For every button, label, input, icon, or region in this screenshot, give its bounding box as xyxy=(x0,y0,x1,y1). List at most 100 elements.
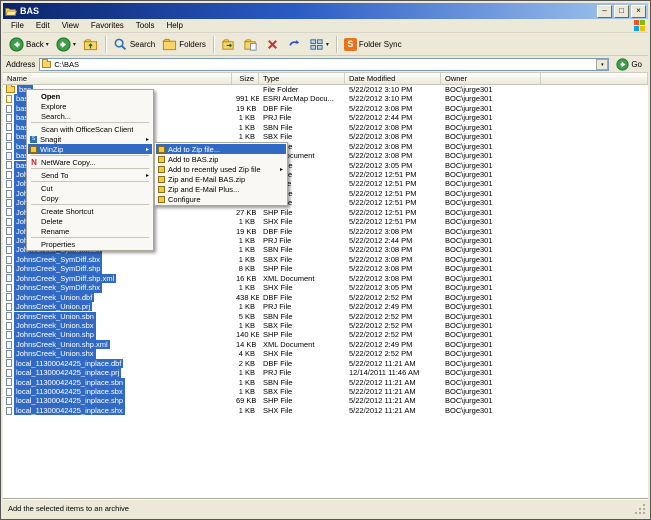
menu-favorites[interactable]: Favorites xyxy=(85,20,130,31)
file-type: DBF File xyxy=(259,104,345,113)
file-owner: BOC\jurge301 xyxy=(441,349,541,358)
go-button[interactable]: Go xyxy=(613,58,645,71)
context-menu-item-create-shortcut[interactable]: Create Shortcut xyxy=(28,206,152,216)
file-type: SHP File xyxy=(259,264,345,273)
file-row[interactable]: JohnsCreek_SymDiff.shp8 KBSHP File5/22/2… xyxy=(3,264,648,273)
context-menu-item-scan-with-officescan-client[interactable]: Scan with OfficeScan Client xyxy=(28,124,152,134)
column-header-date-modified[interactable]: Date Modified xyxy=(345,73,441,85)
file-name-cell: local_11300042425_inplace.sbx xyxy=(3,387,232,396)
maximize-button[interactable]: □ xyxy=(614,5,629,18)
views-grid-icon xyxy=(309,37,324,52)
menu-bar: FileEditViewFavoritesToolsHelp xyxy=(3,19,648,33)
address-dropdown-button[interactable]: ▾ xyxy=(596,59,608,70)
file-row[interactable]: local_11300042425_inplace.shp69 KBSHP Fi… xyxy=(3,396,648,405)
context-menu-separator xyxy=(31,168,149,169)
context-menu-item-search[interactable]: Search... xyxy=(28,111,152,121)
file-row[interactable]: JohnsCreek_Union.sbn5 KBSBN File5/22/201… xyxy=(3,312,648,321)
menu-tools[interactable]: Tools xyxy=(130,20,161,31)
up-folder-icon xyxy=(83,37,98,52)
minimize-button[interactable]: – xyxy=(597,5,612,18)
menu-edit[interactable]: Edit xyxy=(30,20,56,31)
winzip-submenu-item-add-to-zip-file[interactable]: Add to Zip file... xyxy=(156,144,286,154)
context-menu-item-open[interactable]: Open xyxy=(28,91,152,101)
file-row[interactable]: local_11300042425_inplace.prj1 KBPRJ Fil… xyxy=(3,368,648,377)
file-row[interactable]: local_11300042425_inplace.dbf2 KBDBF Fil… xyxy=(3,359,648,368)
column-header-size[interactable]: Size xyxy=(232,73,259,85)
context-menu-item-delete[interactable]: Delete xyxy=(28,216,152,226)
close-button[interactable]: × xyxy=(631,5,646,18)
winzip-icon xyxy=(158,156,165,163)
file-size: 4 KB xyxy=(232,349,259,358)
file-type: File Folder xyxy=(259,85,345,94)
winzip-submenu-item-label: Add to BAS.zip xyxy=(168,155,218,164)
file-owner: BOC\jurge301 xyxy=(441,198,541,207)
folders-button[interactable]: Folders xyxy=(159,34,209,54)
winzip-submenu-item-label: Configure xyxy=(168,195,201,204)
file-row[interactable]: JohnsCreek_SymDiff.shx1 KBSHX File5/22/2… xyxy=(3,283,648,292)
context-menu-item-explore[interactable]: Explore xyxy=(28,101,152,111)
file-row[interactable]: JohnsCreek_SymDiff.shp.xml16 KBXML Docum… xyxy=(3,274,648,283)
resize-grip[interactable] xyxy=(634,503,646,515)
column-header-owner[interactable]: Owner xyxy=(441,73,541,85)
submenu-arrow-icon: ▸ xyxy=(146,136,149,143)
menu-file[interactable]: File xyxy=(5,20,30,31)
context-menu-item-netware-copy[interactable]: NNetWare Copy... xyxy=(28,157,152,167)
winzip-submenu-item-add-to-bas-zip[interactable]: Add to BAS.zip xyxy=(156,154,286,164)
context-menu-item-snagit[interactable]: SSnagit▸ xyxy=(28,134,152,144)
search-button[interactable]: Search xyxy=(110,34,158,54)
file-owner: BOC\jurge301 xyxy=(441,359,541,368)
forward-dropdown-icon[interactable]: ▾ xyxy=(73,41,76,48)
winzip-icon xyxy=(158,186,165,193)
move-to-button[interactable] xyxy=(218,34,239,54)
winzip-submenu-item-add-to-recently-used-zip-file[interactable]: Add to recently used Zip file▸ xyxy=(156,164,286,174)
context-menu-item-properties[interactable]: Properties xyxy=(28,239,152,249)
context-menu-item-rename[interactable]: Rename xyxy=(28,226,152,236)
file-date: 5/22/2012 3:05 PM xyxy=(345,161,441,170)
menu-help[interactable]: Help xyxy=(160,20,188,31)
file-row[interactable]: JohnsCreek_Union.dbf438 KBDBF File5/22/2… xyxy=(3,293,648,302)
row-filler xyxy=(541,255,648,264)
address-input[interactable]: C:\BAS ▾ xyxy=(39,58,609,71)
delete-button[interactable] xyxy=(262,34,283,54)
menu-icon-gutter xyxy=(30,184,38,192)
file-row[interactable]: JohnsCreek_Union.shx4 KBSHX File5/22/201… xyxy=(3,349,648,358)
file-row[interactable]: JohnsCreek_Union.shp.xml14 KBXML Documen… xyxy=(3,340,648,349)
views-button[interactable]: ▾ xyxy=(306,34,332,54)
winzip-submenu-item-zip-and-e-mail-bas-zip[interactable]: Zip and E-Mail BAS.zip xyxy=(156,174,286,184)
file-name: JohnsCreek_SymDiff.shx xyxy=(14,283,102,292)
context-menu-item-copy[interactable]: Copy xyxy=(28,193,152,203)
file-date: 5/22/2012 2:52 PM xyxy=(345,293,441,302)
winzip-submenu-item-zip-and-e-mail-plus[interactable]: Zip and E-Mail Plus... xyxy=(156,184,286,194)
up-button[interactable] xyxy=(80,34,101,54)
back-dropdown-icon[interactable]: ▾ xyxy=(46,41,49,48)
file-row[interactable]: JohnsCreek_Union.shp140 KBSHP File5/22/2… xyxy=(3,330,648,339)
views-dropdown-icon[interactable]: ▾ xyxy=(326,41,329,48)
row-filler xyxy=(541,245,648,254)
folder-sync-button[interactable]: S Folder Sync xyxy=(341,34,405,54)
file-row[interactable]: JohnsCreek_Union.sbx1 KBSBX File5/22/201… xyxy=(3,321,648,330)
menu-view[interactable]: View xyxy=(56,20,85,31)
title-bar[interactable]: BAS – □ × xyxy=(3,3,648,19)
file-row[interactable]: JohnsCreek_Union.prj1 KBPRJ File5/22/201… xyxy=(3,302,648,311)
winzip-submenu-item-configure[interactable]: Configure xyxy=(156,194,286,204)
context-menu-item-cut[interactable]: Cut xyxy=(28,183,152,193)
file-type: SHX File xyxy=(259,349,345,358)
file-owner: BOC\jurge301 xyxy=(441,378,541,387)
file-size: 1 KB xyxy=(232,123,259,132)
file-row[interactable]: JohnsCreek_SymDiff.sbx1 KBSBX File5/22/2… xyxy=(3,255,648,264)
forward-button[interactable]: ▾ xyxy=(53,34,79,54)
column-header-type[interactable]: Type xyxy=(259,73,345,85)
back-button[interactable]: Back ▾ xyxy=(6,34,52,54)
file-size: 27 KB xyxy=(232,208,259,217)
context-menu-item-send-to[interactable]: Send To▸ xyxy=(28,170,152,180)
file-row[interactable]: local_11300042425_inplace.sbx1 KBSBX Fil… xyxy=(3,387,648,396)
winzip-submenu-item-label: Zip and E-Mail Plus... xyxy=(168,185,239,194)
column-header-name[interactable]: Name xyxy=(3,73,232,85)
file-date: 5/22/2012 11:21 AM xyxy=(345,406,441,415)
file-row[interactable]: local_11300042425_inplace.shx1 KBSHX Fil… xyxy=(3,406,648,415)
undo-button[interactable] xyxy=(284,34,305,54)
copy-to-button[interactable] xyxy=(240,34,261,54)
context-menu-item-winzip[interactable]: WinZip▸ xyxy=(28,144,152,154)
column-header-filler xyxy=(541,73,648,85)
file-row[interactable]: local_11300042425_inplace.sbn1 KBSBN Fil… xyxy=(3,378,648,387)
